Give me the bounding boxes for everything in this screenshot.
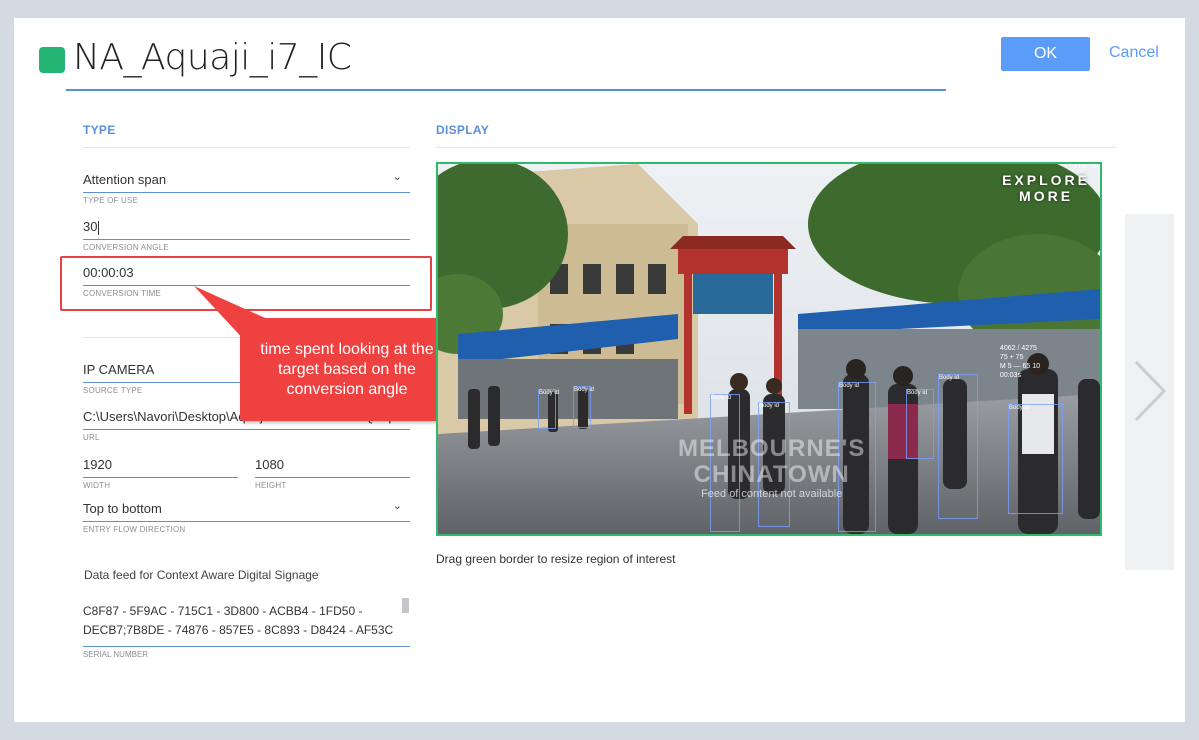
height-label: HEIGHT	[255, 481, 287, 490]
type-of-use-value: Attention span	[83, 172, 167, 187]
chevron-right-icon[interactable]	[1132, 358, 1168, 424]
conversion-angle-value: 30	[83, 219, 98, 234]
chevron-down-icon: ⌄	[392, 500, 402, 512]
serial-line-2: DECB7;7B8DE - 74876 - 857E5 - 8C893 - D8…	[83, 623, 394, 637]
serial-number-label: SERIAL NUMBER	[83, 650, 149, 659]
display-divider	[436, 147, 1116, 148]
detection-box: Body id	[573, 386, 594, 428]
chevron-down-icon: ⌄	[392, 171, 402, 183]
serial-line-1: C8F87 - 5F9AC - 715C1 - 3D800 - ACBB4 - …	[83, 604, 363, 618]
width-value: 1920	[83, 457, 112, 472]
detection-box: Body id	[1008, 404, 1063, 514]
height-field[interactable]: 1080 HEIGHT	[255, 455, 410, 490]
title-underline	[66, 89, 946, 91]
cancel-link[interactable]: Cancel	[1109, 44, 1159, 62]
analytics-hud: 4062 / 4275 75 + 75 M 5 — 65 10 00:03s	[999, 345, 1040, 379]
type-heading: TYPE	[83, 123, 116, 137]
fps-readout: FPS : 10	[1074, 164, 1098, 170]
text-cursor	[98, 220, 100, 235]
video-preview-roi[interactable]: Body id Body id Body id Body id Body id …	[436, 162, 1102, 536]
conversion-angle-field[interactable]: 30 CONVERSION ANGLE	[83, 217, 410, 252]
video-overlay-text: EXPLORE MORE	[1002, 172, 1090, 204]
serial-scrollbar[interactable]	[402, 598, 409, 613]
url-label: URL	[83, 433, 100, 442]
data-feed-title: Data feed for Context Aware Digital Sign…	[84, 568, 319, 582]
detection-box: Body id	[906, 389, 934, 459]
detection-box: Body id	[938, 374, 978, 519]
entry-flow-value: Top to bottom	[83, 501, 162, 516]
type-of-use-label: TYPE OF USE	[83, 196, 139, 205]
ok-button[interactable]: OK	[1001, 37, 1090, 71]
annotation-callout: time spent looking at the target based o…	[240, 318, 454, 421]
display-heading: DISPLAY	[436, 123, 490, 137]
type-divider	[83, 147, 410, 148]
entry-flow-select[interactable]: Top to bottom ⌄ ENTRY FLOW DIRECTION	[83, 499, 410, 534]
detection-box: Body id	[538, 389, 559, 429]
entry-flow-label: ENTRY FLOW DIRECTION	[83, 525, 186, 534]
width-label: WIDTH	[83, 481, 111, 490]
roi-instruction: Drag green border to resize region of in…	[436, 552, 676, 566]
type-of-use-select[interactable]: Attention span ⌄ TYPE OF USE	[83, 170, 410, 205]
serial-number-textarea[interactable]: C8F87 - 5F9AC - 715C1 - 3D800 - ACBB4 - …	[83, 602, 410, 646]
status-indicator	[39, 47, 65, 73]
conversion-angle-label: CONVERSION ANGLE	[83, 243, 169, 252]
width-field[interactable]: 1920 WIDTH	[83, 455, 238, 490]
serial-underline	[83, 646, 410, 647]
settings-dialog: NA_Aquaji_i7_IC OK Cancel TYPE Attention…	[14, 18, 1185, 722]
video-watermark: MELBOURNE'S CHINATOWN Feed of content no…	[678, 435, 866, 501]
page-title: NA_Aquaji_i7_IC	[73, 37, 352, 78]
height-value: 1080	[255, 457, 284, 472]
